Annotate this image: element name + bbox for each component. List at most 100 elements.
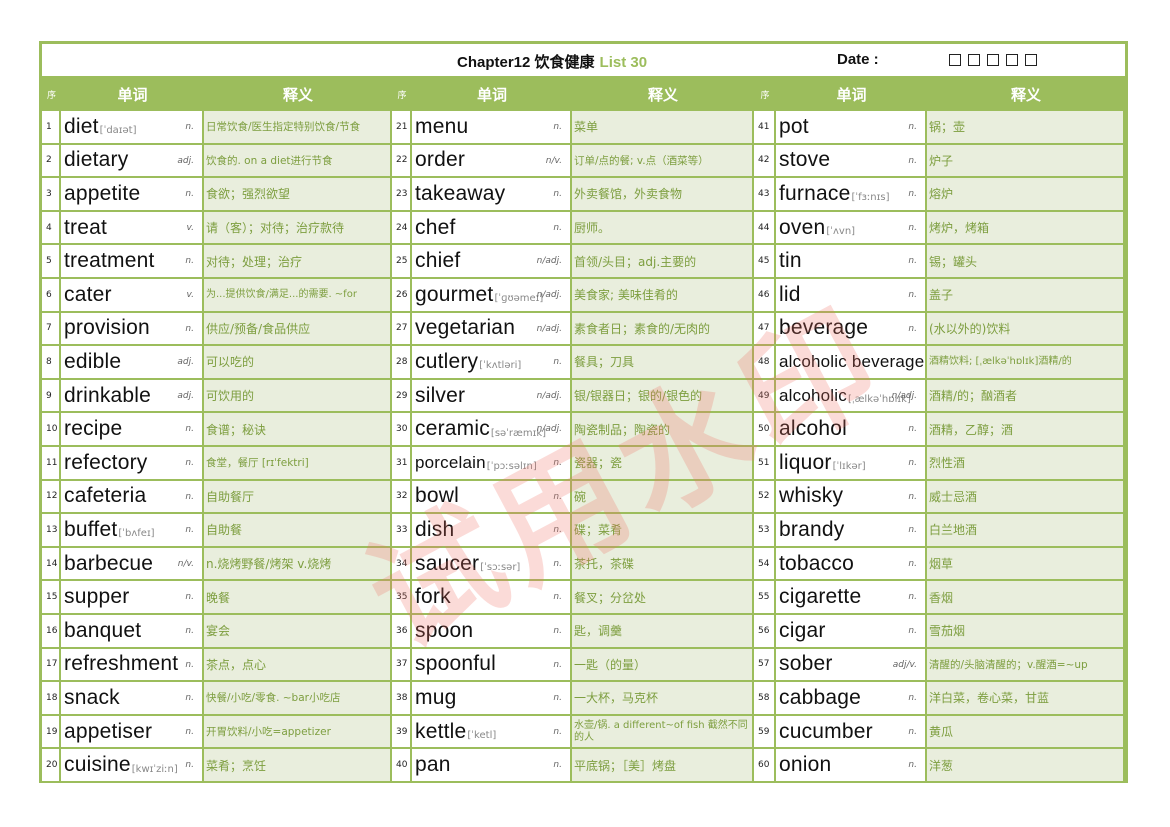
entry-definition: 威士忌酒 [927,480,1125,515]
entry-word-cell: liquor [ˈlɪkər] n. [776,447,927,481]
entry-word-cell: tin n. [776,245,927,279]
entry-part-of-speech: n. [185,122,194,132]
entry-word-cell: dietary adj. [61,144,204,179]
entry-phonetic: [ˈfɜːnɪs] [851,192,890,204]
title-row: Chapter12 饮食健康 List 30 Date : [42,44,1125,77]
table-row: 4 treat v. 请（客）；对待；治疗款待 24 chef n. 厨师。 44 oven [ˈʌ… [42,211,1125,246]
entry-part-of-speech: n. [553,458,562,468]
entry-definition: 食欲；强烈欲望 [204,178,392,212]
entry-word: takeaway [415,181,506,205]
date-checkboxes [949,54,1037,66]
entry-index: 54 [754,547,776,582]
entry-word-cell: tobacco n. [776,547,927,582]
entry-word: oven [779,215,826,239]
entry-definition: 平底锅；［美］烤盘 [572,749,754,783]
entry-word-cell: silver n/adj. [412,379,572,414]
entry-definition: 匙，调羹 [572,615,754,649]
date-checkbox[interactable] [987,54,999,66]
entry-index: 2 [42,144,61,179]
entry-word: sober [779,652,833,676]
entry-word: buffet [64,517,118,541]
entry-part-of-speech: n. [553,726,562,737]
entry-index: 6 [42,279,61,313]
entry-word-cell: furnace [ˈfɜːnɪs] n. [776,178,927,212]
entry-part-of-speech: adj. [177,357,194,368]
entry-word: brandy [779,517,845,541]
entry-definition: 锅；壶 [927,111,1125,145]
entry-index: 26 [392,279,412,313]
entry-part-of-speech: n. [908,726,917,737]
entry-word-cell: takeaway n. [412,178,572,212]
entry-part-of-speech: n/v. [177,558,194,569]
entry-definition: 烈性酒 [927,447,1125,481]
entry-phonetic: [ˈpɔːsəlɪn] [486,461,537,473]
entry-part-of-speech: n/adj. [536,290,562,300]
entry-word: supper [64,585,130,609]
entry-index: 28 [392,346,412,380]
entry-index: 24 [392,211,412,246]
entry-part-of-speech: n/v. [545,155,562,166]
entry-definition: 外卖餐馆，外卖食物 [572,178,754,212]
entry-part-of-speech: n. [553,222,562,233]
entry-word-cell: diet [ˈdaɪət] n. [61,111,204,145]
entry-word-cell: alcoholic [ˌælkəˈhɒlɪk] n/adj. [776,379,927,414]
entry-word: spoon [415,618,474,642]
entry-part-of-speech: n/adj. [536,390,562,401]
entry-word-cell: cutlery [ˈkʌtləri] n. [412,346,572,380]
entry-part-of-speech: n. [185,525,194,536]
entry-definition: 对待；处理；治疗 [204,245,392,279]
entry-index: 16 [42,615,61,649]
entry-word-cell: ceramic [səˈræmɪk] n/adj. [412,413,572,447]
entry-part-of-speech: n. [908,122,917,132]
entry-part-of-speech: n/adj. [536,323,562,334]
entry-definition: 晚餐 [204,581,392,615]
entry-definition: 洋葱 [927,749,1125,783]
date-checkbox[interactable] [949,54,961,66]
entry-index: 44 [754,211,776,246]
entry-index: 38 [392,682,412,716]
entry-word-cell: fork n. [412,581,572,615]
date-checkbox[interactable] [1006,54,1018,66]
entry-definition: 餐具；刀具 [572,346,754,380]
entry-word-cell: appetiser n. [61,715,204,750]
entry-part-of-speech: n. [553,122,562,132]
entry-phonetic: [kwɪˈziːn] [131,763,178,775]
entry-word-cell: alcoholic beverage [776,346,927,380]
table-row: 16 banquet n. 宴会 36 spoon n. 匙，调羹 56 cigar n. 雪茄烟 [42,615,1125,649]
table-row: 17 refreshment n. 茶点，点心 37 spoonful n. 一匙（的量） 57… [42,648,1125,683]
entry-definition: 洋白菜，卷心菜，甘蓝 [927,682,1125,716]
entry-word: dish [415,517,455,541]
entry-definition: 一匙（的量） [572,648,754,683]
entry-word: pan [415,753,451,777]
entry-definition: 白兰地酒 [927,514,1125,548]
date-checkbox[interactable] [968,54,980,66]
entry-phonetic: [ˈkʌtləri] [479,360,522,372]
entry-part-of-speech: n. [553,189,562,200]
entry-definition: 素食者日；素食的/无肉的 [572,312,754,347]
entry-word-cell: treatment n. [61,245,204,279]
entry-word: dietary [64,148,129,172]
entry-part-of-speech: n. [908,424,917,435]
entry-index: 52 [754,480,776,515]
date-checkbox[interactable] [1025,54,1037,66]
entry-definition: 炉子 [927,144,1125,179]
vocabulary-sheet: Chapter12 饮食健康 List 30 Date : 序 单词 释义 序 单… [39,41,1128,783]
chapter-title: Chapter12 饮食健康 [457,54,595,71]
entry-word-cell: alcohol n. [776,413,927,447]
entry-word: silver [415,383,466,407]
entry-word: lid [779,282,801,306]
entry-definition: 自助餐 [204,514,392,548]
entry-word: tobacco [779,551,854,575]
entry-index: 36 [392,615,412,649]
entry-index: 43 [754,178,776,212]
entry-part-of-speech: n. [553,592,562,603]
entry-index: 47 [754,312,776,347]
entry-word: treatment [64,249,155,273]
entry-index: 58 [754,682,776,716]
entry-word-cell: refectory n. [61,447,204,481]
entry-part-of-speech: n. [185,659,194,670]
entry-definition: 可以吃的 [204,346,392,380]
entry-index: 7 [42,312,61,347]
entry-word-cell: chief n/adj. [412,245,572,279]
entry-word: alcohol [779,417,847,441]
